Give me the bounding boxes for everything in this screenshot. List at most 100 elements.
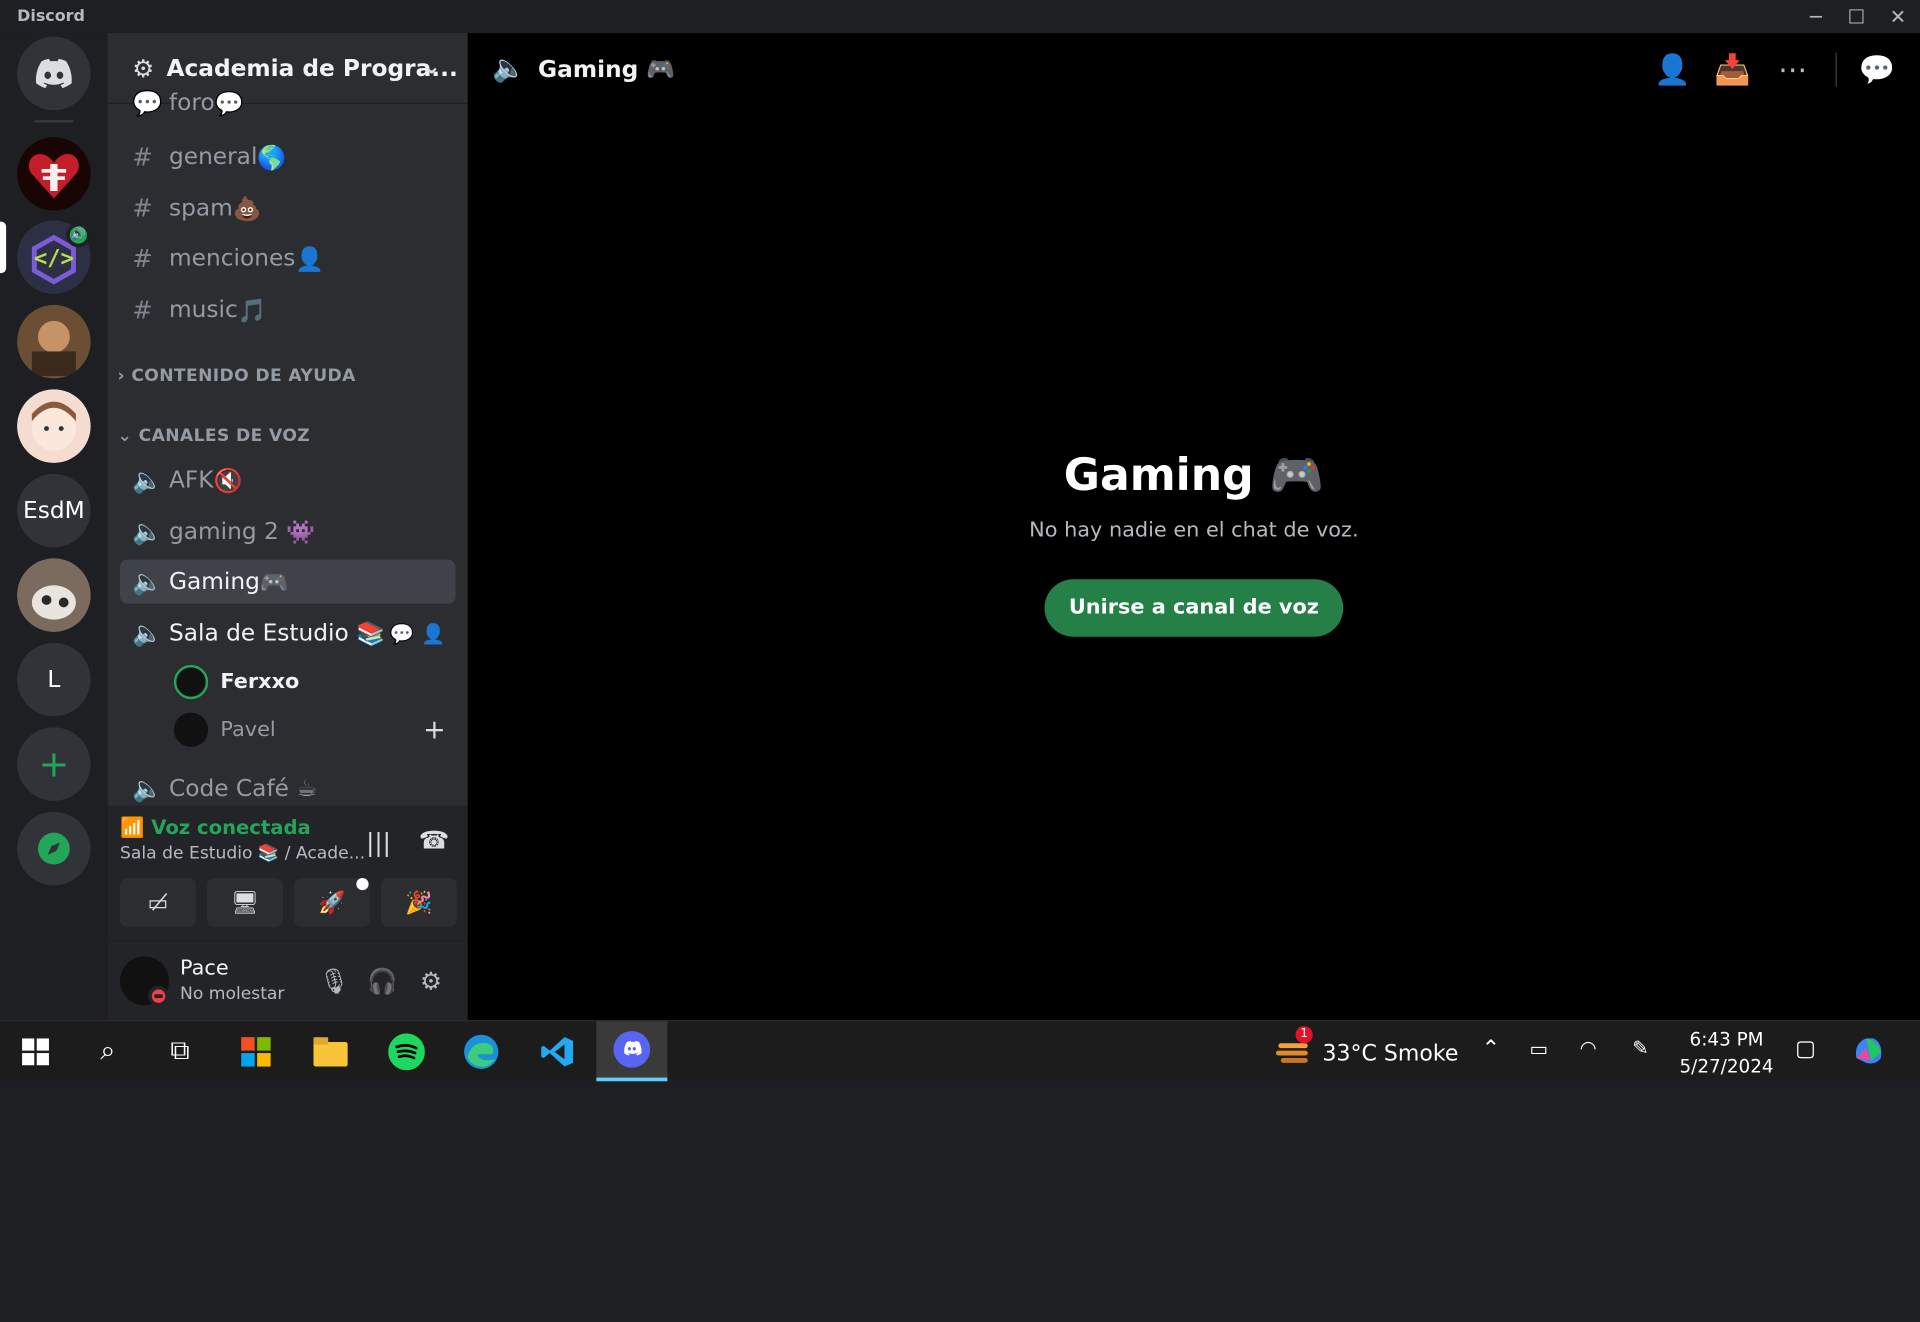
server-esdm[interactable]: EsdM — [17, 473, 91, 548]
channel-music[interactable]: # music 🎵 — [120, 288, 456, 332]
channel-sidebar: ⚙ Academia de Progra... ⌄ 💬 foro 💬 # gene… — [107, 33, 468, 1021]
app-title: Discord — [17, 7, 85, 26]
channel-foro[interactable]: 💬 foro 💬 — [120, 84, 456, 121]
server-name: Academia de Progra... — [166, 54, 458, 82]
empty-voice-state: Gaming 🎮 No hay nadie en el chat de voz.… — [468, 449, 1920, 637]
channel-title: Gaming 🎮 — [538, 55, 676, 83]
camera-off-icon: ▭̸ — [147, 889, 169, 916]
share-screen-button[interactable]: 🖥 — [206, 877, 283, 927]
user-status: No molestar — [180, 984, 285, 1005]
avatar — [173, 712, 209, 747]
divider — [1835, 52, 1837, 87]
join-voice-button[interactable]: Unirse a canal de voz — [1044, 579, 1344, 637]
add-member-icon[interactable]: 👤 — [1653, 50, 1692, 89]
weather-widget[interactable]: 1 33°C Smoke — [1275, 1026, 1459, 1072]
signal-icon: 📶 — [120, 815, 145, 839]
hash-icon: # — [132, 243, 153, 274]
voice-user-pavel[interactable]: Pavel + — [173, 709, 456, 751]
chevron-up-icon[interactable]: ⌃ — [1482, 1036, 1500, 1062]
explore-servers-icon[interactable] — [17, 811, 91, 886]
settings-icon[interactable]: ⚙ — [416, 966, 445, 995]
user-panel: Pace No molestar 🎙 🎧 ⚙ — [107, 941, 468, 1021]
minimize-icon[interactable]: ─ — [1802, 4, 1829, 31]
headphones-icon[interactable]: 🎧 — [367, 966, 397, 995]
vscode-icon[interactable] — [522, 1021, 593, 1081]
voice-channel-gaming[interactable]: 🔈 Gaming 🎮 — [120, 559, 456, 604]
voice-connected-status: 📶 Voz conectada — [120, 815, 311, 839]
weather-text: 33°C Smoke — [1322, 1040, 1459, 1067]
server-avatar-6[interactable] — [17, 558, 91, 632]
battery-icon[interactable]: ▭ — [1529, 1037, 1548, 1060]
hash-icon: # — [132, 193, 153, 223]
camera-off-button[interactable]: ▭̸ — [120, 877, 196, 927]
channel-spam[interactable]: # spam 💩 — [120, 186, 456, 230]
file-explorer-icon[interactable] — [295, 1021, 366, 1081]
server-game-over[interactable] — [17, 137, 91, 211]
main-content: 🔈 Gaming 🎮 👤 📥 ⋯ 💬 Gaming 🎮 No hay nadie… — [467, 33, 1920, 1021]
voice-channel-code-cafe[interactable]: 🔈 Code Café ☕ — [120, 770, 456, 806]
inbox-icon[interactable]: 📥 — [1713, 50, 1752, 89]
active-server-indicator — [0, 221, 7, 274]
voice-channel-heading: Gaming 🎮 — [1063, 450, 1324, 501]
voice-user-ferxxo[interactable]: Ferxxo — [173, 661, 456, 703]
screen-share-icon: 🖥 — [230, 889, 259, 916]
channel-header: 🔈 Gaming 🎮 — [468, 33, 1920, 104]
voice-channel-sala-de-estudio[interactable]: 🔈 Sala de Estudio 📚 💬 👤 — [120, 611, 456, 655]
hash-icon: # — [132, 142, 153, 172]
copilot-icon[interactable] — [1851, 1033, 1885, 1072]
server-l[interactable]: L — [17, 642, 91, 717]
server-settings-icon: ⚙ — [132, 53, 155, 83]
add-server-icon[interactable]: + — [17, 727, 91, 801]
speaker-icon: 🔈 — [132, 773, 163, 803]
spotify-icon[interactable] — [371, 1021, 442, 1081]
more-icon[interactable]: ⋯ — [1773, 50, 1812, 89]
notifications-icon[interactable]: ▢ — [1795, 1036, 1816, 1062]
maximize-icon[interactable]: ☐ — [1843, 4, 1870, 31]
speaker-icon: 🔈 — [132, 566, 163, 597]
disconnect-icon[interactable]: ☎ — [419, 825, 450, 854]
soundboard-icon: 🎉 — [405, 889, 433, 916]
category-help[interactable]: › CONTENIDO DE AYUDA — [118, 366, 356, 386]
voice-channel-link[interactable]: Sala de Estudio 📚 / Acade... — [120, 844, 365, 864]
speaker-icon: 🔈 — [132, 465, 163, 495]
task-view-icon[interactable]: ⧉ — [144, 1021, 215, 1081]
voice-speaker-badge-icon: 🔊 — [66, 222, 91, 248]
soundboard-button[interactable]: 🎉 — [380, 877, 457, 927]
channel-general[interactable]: # general 🌎 — [120, 135, 456, 179]
chevron-down-icon: ⌄ — [422, 53, 441, 80]
add-member-icon[interactable]: 👤 — [421, 621, 445, 644]
chat-bubble-icon[interactable]: 💬 — [389, 621, 413, 644]
voice-channel-afk[interactable]: 🔈 AFK 🔇 — [120, 458, 456, 502]
plus-icon[interactable]: + — [423, 714, 446, 745]
microsoft-store-icon[interactable] — [220, 1021, 291, 1081]
windows-taskbar: ⌕ ⧉ 1 33°C Smoke ⌃ ▭ ◠ ✎ 6:43 PM 5/27/20… — [0, 1020, 1920, 1082]
edge-browser-icon[interactable] — [446, 1021, 517, 1081]
notification-dot — [356, 877, 369, 891]
system-clock[interactable]: 6:43 PM 5/27/2024 — [1678, 1026, 1776, 1080]
wifi-icon[interactable]: ◠ — [1580, 1036, 1597, 1059]
weather-icon: 1 — [1275, 1026, 1313, 1072]
server-avatar-4[interactable] — [17, 389, 91, 463]
category-voice[interactable]: ⌄ CANALES DE VOZ — [118, 426, 311, 446]
channel-menciones[interactable]: # menciones 👤 — [120, 236, 456, 280]
search-icon[interactable]: ⌕ — [72, 1021, 143, 1081]
svg-text:</>: </> — [34, 247, 74, 272]
discord-home-icon[interactable] — [17, 36, 91, 111]
threads-icon[interactable]: 💬 — [1858, 50, 1897, 89]
username[interactable]: Pace — [180, 956, 229, 980]
empty-voice-message: No hay nadie en el chat de voz. — [1029, 517, 1359, 543]
close-icon[interactable]: ✕ — [1885, 4, 1912, 31]
windows-start-icon[interactable] — [0, 1021, 71, 1081]
window-titlebar: Discord ─ ☐ ✕ — [0, 0, 1920, 34]
forum-icon: 💬 — [132, 88, 163, 118]
voice-channel-gaming-2[interactable]: 🔈 gaming 2 👾 — [120, 509, 456, 553]
server-avatar-3[interactable] — [17, 304, 91, 379]
server-list: </> 🔊 EsdM L + — [0, 33, 108, 1021]
discord-taskbar-icon[interactable] — [596, 1021, 668, 1082]
weather-badge: 1 — [1295, 1026, 1313, 1044]
pen-icon[interactable]: ✎ — [1632, 1036, 1648, 1059]
noise-suppression-icon[interactable]: ||| — [366, 828, 391, 857]
voice-connection-panel: 📶 Voz conectada Sala de Estudio 📚 / Acad… — [107, 805, 468, 942]
mic-icon[interactable]: 🎙 — [318, 966, 349, 995]
guild-separator — [34, 120, 74, 123]
